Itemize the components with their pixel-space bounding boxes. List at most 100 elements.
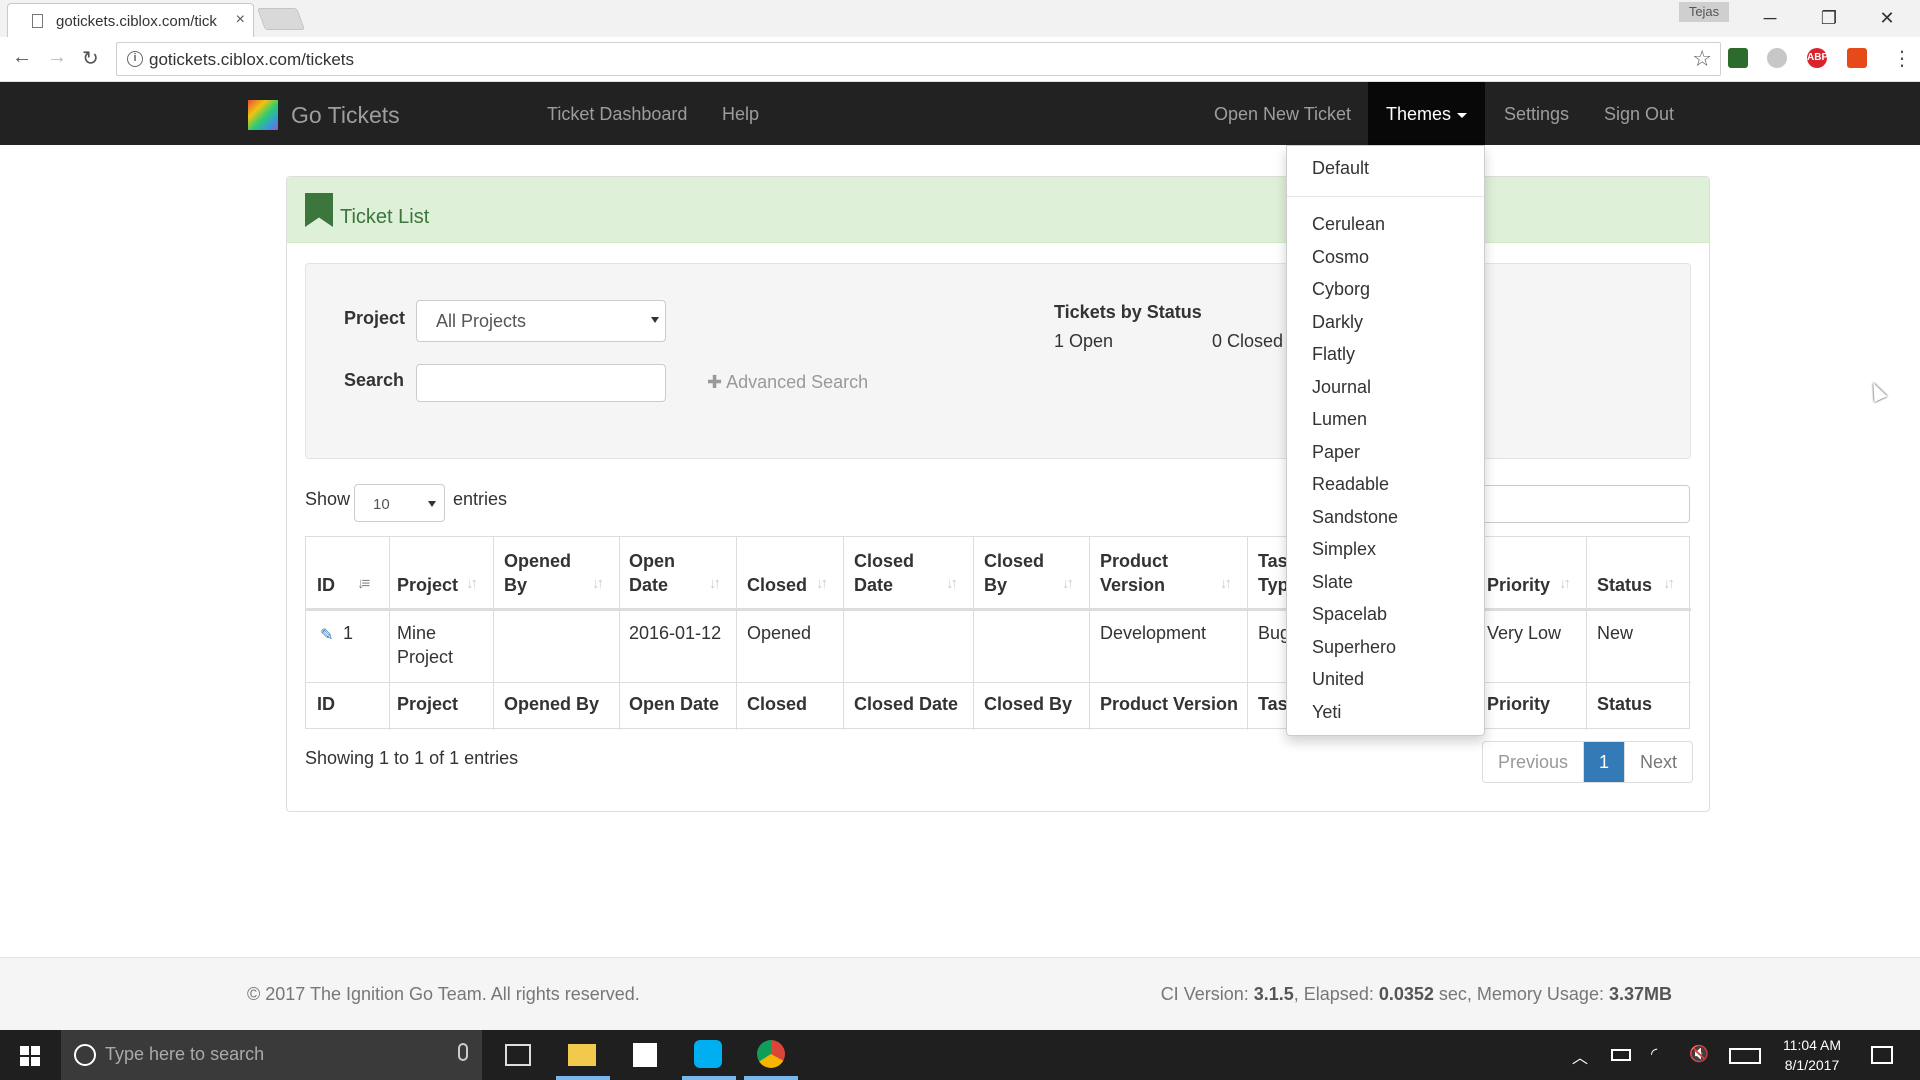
taskbar-search[interactable]: Type here to search — [61, 1030, 482, 1080]
extension-check-icon[interactable] — [1728, 48, 1748, 68]
sort-icon[interactable]: ↓↑ — [816, 575, 828, 592]
brand-name[interactable]: Go Tickets — [291, 102, 400, 129]
new-tab-button[interactable] — [256, 8, 306, 30]
theme-item[interactable]: Yeti — [1312, 702, 1341, 723]
store-icon[interactable] — [633, 1043, 657, 1067]
header-open-date[interactable]: Open Date — [629, 549, 675, 597]
theme-item[interactable]: Superhero — [1312, 637, 1396, 658]
pagination-next[interactable]: Next — [1625, 742, 1692, 782]
sort-icon[interactable]: ↓↑ — [946, 575, 958, 592]
theme-item[interactable]: Flatly — [1312, 344, 1355, 365]
footer-task-type: Tas — [1258, 694, 1288, 714]
pagination-page-1[interactable]: 1 — [1584, 742, 1626, 782]
theme-item[interactable]: Lumen — [1312, 409, 1367, 430]
system-clock[interactable]: 11:04 AM 8/1/2017 — [1772, 1035, 1852, 1075]
header-project[interactable]: Project — [397, 573, 458, 597]
sort-icon[interactable]: ↓↑ — [1220, 575, 1232, 592]
brand-logo-icon[interactable] — [248, 100, 278, 130]
bookmark-star-icon[interactable]: ☆ — [1692, 46, 1712, 72]
header-opened-by[interactable]: Opened By — [504, 549, 571, 597]
theme-default[interactable]: Default — [1312, 158, 1369, 179]
notifications-icon[interactable] — [1871, 1046, 1893, 1064]
theme-item[interactable]: Journal — [1312, 377, 1371, 398]
header-priority[interactable]: Priority — [1487, 573, 1550, 597]
address-bar[interactable]: i gotickets.ciblox.com/tickets ☆ — [116, 42, 1721, 76]
site-info-icon[interactable]: i — [127, 51, 143, 67]
close-window-icon[interactable]: ✕ — [1864, 4, 1910, 32]
search-input[interactable] — [416, 364, 666, 402]
volume-muted-icon[interactable]: 🔇 — [1689, 1044, 1709, 1064]
footer-closed: Closed — [747, 694, 808, 714]
active-indicator — [556, 1076, 610, 1080]
header-product-version[interactable]: Product Version — [1100, 549, 1168, 597]
theme-item[interactable]: United — [1312, 669, 1364, 690]
version-info: CI Version: 3.1.5, Elapsed: 0.0352 sec, … — [1160, 984, 1672, 1004]
extension-circle-icon[interactable] — [1767, 48, 1787, 68]
sort-icon[interactable]: ↓↑ — [1559, 575, 1571, 592]
restore-icon[interactable]: ❐ — [1806, 4, 1852, 32]
battery-icon[interactable] — [1611, 1049, 1631, 1061]
sort-icon[interactable]: ↓↑ — [709, 575, 721, 592]
back-icon[interactable]: ← — [12, 46, 32, 69]
theme-item[interactable]: Cosmo — [1312, 247, 1369, 268]
file-explorer-icon[interactable] — [568, 1044, 596, 1066]
nav-sign-out[interactable]: Sign Out — [1604, 104, 1674, 125]
tab-close-icon[interactable]: × — [236, 11, 245, 29]
project-select[interactable]: All Projects — [416, 300, 666, 342]
entries-length-select[interactable]: 10 — [354, 484, 445, 522]
header-status[interactable]: Status — [1597, 573, 1652, 597]
url-text[interactable]: gotickets.ciblox.com/tickets — [149, 50, 354, 70]
theme-item[interactable]: Paper — [1312, 442, 1360, 463]
skype-icon[interactable] — [694, 1040, 722, 1068]
cortana-icon — [74, 1044, 96, 1066]
chrome-icon[interactable] — [757, 1040, 785, 1068]
nav-open-new-ticket[interactable]: Open New Ticket — [1214, 104, 1351, 125]
pagination-previous[interactable]: Previous — [1483, 742, 1585, 782]
advanced-search-link[interactable]: ✚ Advanced Search — [707, 372, 868, 393]
closed-count: 0 Closed — [1212, 331, 1284, 351]
col-divider — [389, 537, 390, 730]
browser-menu-icon[interactable]: ⋮ — [1892, 45, 1912, 73]
header-closed-by[interactable]: Closed By — [984, 549, 1044, 597]
sort-icon[interactable]: ↓↑ — [1062, 575, 1074, 592]
reload-icon[interactable]: ↻ — [82, 46, 99, 71]
wifi-icon[interactable]: ◜ — [1651, 1044, 1657, 1064]
sort-icon[interactable]: ↓↑ — [466, 575, 478, 592]
theme-item[interactable]: Simplex — [1312, 539, 1376, 560]
theme-item[interactable]: Cyborg — [1312, 279, 1370, 300]
edit-pencil-icon[interactable]: ✎ — [320, 625, 333, 645]
row-project: Mine Project — [397, 623, 454, 667]
header-closed[interactable]: Closed — [747, 573, 807, 597]
header-closed-date[interactable]: Closed Date — [854, 549, 914, 597]
minimize-icon[interactable]: ─ — [1747, 4, 1793, 32]
nav-help[interactable]: Help — [722, 104, 759, 125]
nav-themes[interactable]: Themes — [1368, 82, 1485, 145]
adblock-icon[interactable]: ABP — [1807, 48, 1828, 68]
theme-item[interactable]: Cerulean — [1312, 214, 1385, 235]
keyboard-icon[interactable] — [1729, 1048, 1761, 1064]
theme-item[interactable]: Readable — [1312, 474, 1389, 495]
footer-priority: Priority — [1487, 694, 1551, 714]
task-view-icon[interactable] — [505, 1044, 531, 1066]
office-icon[interactable] — [1847, 48, 1867, 68]
sort-asc-icon[interactable]: ↓≡ — [357, 575, 370, 592]
sort-icon[interactable]: ↓↑ — [592, 575, 604, 592]
col-divider — [736, 537, 737, 730]
profile-button[interactable]: Tejas — [1679, 2, 1729, 22]
browser-tab[interactable]: gotickets.ciblox.com/tick × — [7, 3, 254, 37]
nav-ticket-dashboard[interactable]: Ticket Dashboard — [547, 104, 687, 125]
nav-settings[interactable]: Settings — [1504, 104, 1569, 125]
windows-start-icon[interactable] — [20, 1046, 40, 1066]
header-id[interactable]: ID — [317, 573, 335, 597]
theme-item[interactable]: Darkly — [1312, 312, 1363, 333]
microphone-icon[interactable] — [458, 1043, 468, 1061]
sort-icon[interactable]: ↓↑ — [1663, 575, 1675, 592]
theme-item[interactable]: Sandstone — [1312, 507, 1398, 528]
tray-chevron-icon[interactable]: ︿ — [1572, 1044, 1588, 1068]
copyright-text: © 2017 The Ignition Go Team. All rights … — [247, 984, 640, 1004]
theme-item[interactable]: Slate — [1312, 572, 1353, 593]
footer-product-version: Product Version — [1100, 694, 1239, 714]
header-task-type[interactable]: Tas Typ — [1258, 549, 1289, 597]
forward-icon[interactable]: → — [47, 46, 67, 69]
theme-item[interactable]: Spacelab — [1312, 604, 1387, 625]
